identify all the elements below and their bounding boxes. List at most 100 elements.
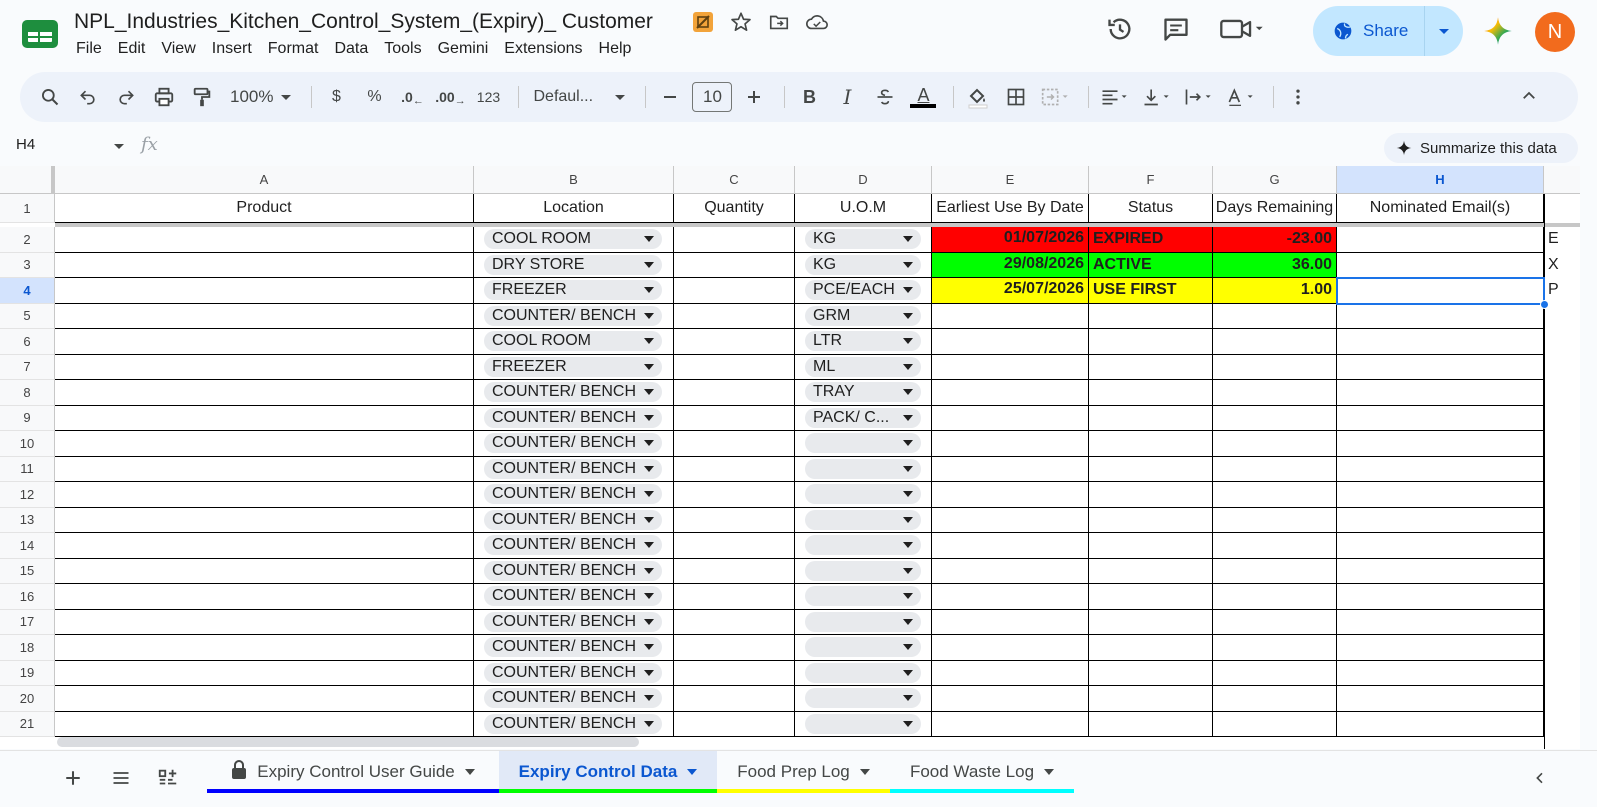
fill-color-icon[interactable] (962, 81, 994, 113)
chevron-down-icon[interactable] (1044, 769, 1055, 775)
cell-d13[interactable] (795, 507, 932, 533)
spreadsheet-grid[interactable]: A B C D E F G H 1 2 3 4 5 6 7 8 9 10 11 12 13 14 15 16 17 18 19 20 2… (0, 166, 1580, 749)
cell-d21[interactable] (795, 711, 932, 737)
row-header-14[interactable]: 14 (0, 533, 55, 559)
cell-d15[interactable] (795, 558, 932, 584)
cell-f20[interactable] (1089, 686, 1213, 712)
cell-d12[interactable] (795, 482, 932, 508)
cell-e18[interactable] (932, 635, 1089, 661)
cell-h3[interactable] (1337, 252, 1544, 278)
share-dropdown-icon[interactable] (1425, 28, 1463, 34)
cell-a21[interactable] (55, 711, 474, 737)
cell-g6[interactable] (1213, 329, 1337, 355)
cell-b21[interactable]: COUNTER/ BENCH (474, 711, 674, 737)
menu-data[interactable]: Data (334, 38, 376, 60)
location-dropdown-chip[interactable]: COUNTER/ BENCH (484, 586, 662, 607)
cell-g3[interactable]: 36.00 (1213, 252, 1337, 278)
paint-format-icon[interactable] (186, 81, 218, 113)
row-header-10[interactable]: 10 (0, 431, 55, 457)
menu-view[interactable]: View (161, 38, 203, 60)
cell-h10[interactable] (1337, 431, 1544, 457)
decrease-font-size-icon[interactable] (654, 81, 686, 113)
uom-dropdown-chip[interactable]: ML (805, 356, 921, 377)
cell-b5[interactable]: COUNTER/ BENCH (474, 303, 674, 329)
cell-f7[interactable] (1089, 354, 1213, 380)
sheet-explore-icon[interactable] (153, 763, 183, 793)
location-dropdown-chip[interactable]: COUNTER/ BENCH (484, 484, 662, 505)
increase-decimal-button[interactable]: .00 → (434, 81, 466, 113)
column-header-a[interactable]: A (55, 166, 474, 194)
share-button[interactable]: Share (1313, 6, 1463, 56)
cell-d7[interactable]: ML (795, 354, 932, 380)
row-header-4[interactable]: 4 (0, 278, 55, 304)
cell-e3[interactable]: 29/08/2026 (932, 252, 1089, 278)
cell-g18[interactable] (1213, 635, 1337, 661)
row-header-19[interactable]: 19 (0, 660, 55, 686)
cell-a15[interactable] (55, 558, 474, 584)
row-header-13[interactable]: 13 (0, 507, 55, 533)
cell-d17[interactable] (795, 609, 932, 635)
chevron-down-icon[interactable] (687, 769, 698, 775)
header-cell-h[interactable]: Nominated Email(s) (1337, 194, 1544, 223)
cell-b15[interactable]: COUNTER/ BENCH (474, 558, 674, 584)
row-header-21[interactable]: 21 (0, 711, 55, 737)
column-header-g[interactable]: G (1213, 166, 1337, 194)
cell-f8[interactable] (1089, 380, 1213, 406)
cell-g17[interactable] (1213, 609, 1337, 635)
all-sheets-icon[interactable] (106, 763, 136, 793)
cell-d10[interactable] (795, 431, 932, 457)
location-dropdown-chip[interactable]: COUNTER/ BENCH (484, 713, 662, 734)
cell-g13[interactable] (1213, 507, 1337, 533)
cell-f17[interactable] (1089, 609, 1213, 635)
header-cell-f[interactable]: Status (1089, 194, 1213, 223)
column-header-next[interactable] (1544, 166, 1580, 194)
location-dropdown-chip[interactable]: COUNTER/ BENCH (484, 305, 662, 326)
name-box[interactable]: H4 (16, 136, 124, 153)
uom-dropdown-chip[interactable]: PACK/ C... (805, 407, 921, 428)
cell-i4[interactable]: P (1548, 281, 1559, 299)
gemini-icon[interactable] (1483, 16, 1513, 46)
location-dropdown-chip[interactable]: COUNTER/ BENCH (484, 662, 662, 683)
chevron-down-icon[interactable] (859, 769, 870, 775)
cell-c12[interactable] (674, 482, 795, 508)
zoom-select[interactable]: 100% (224, 81, 297, 113)
text-rotation-icon[interactable] (1223, 81, 1259, 113)
cell-d6[interactable]: LTR (795, 329, 932, 355)
cell-b3[interactable]: DRY STORE (474, 252, 674, 278)
cell-b13[interactable]: COUNTER/ BENCH (474, 507, 674, 533)
cell-f5[interactable] (1089, 303, 1213, 329)
cell-b6[interactable]: COOL ROOM (474, 329, 674, 355)
cell-c14[interactable] (674, 533, 795, 559)
row-header-15[interactable]: 15 (0, 558, 55, 584)
row-header-9[interactable]: 9 (0, 405, 55, 431)
cell-i2[interactable]: E (1548, 230, 1559, 248)
cell-f3[interactable]: ACTIVE (1089, 252, 1213, 278)
cell-b11[interactable]: COUNTER/ BENCH (474, 456, 674, 482)
search-menus-icon[interactable] (34, 81, 66, 113)
cell-g4[interactable]: 1.00 (1213, 278, 1337, 304)
menu-tools[interactable]: Tools (384, 38, 429, 60)
chevron-down-icon[interactable] (464, 769, 475, 775)
uom-dropdown-chip[interactable] (805, 433, 921, 454)
cell-a8[interactable] (55, 380, 474, 406)
cell-b19[interactable]: COUNTER/ BENCH (474, 660, 674, 686)
uom-dropdown-chip[interactable] (805, 586, 921, 607)
uom-dropdown-chip[interactable] (805, 637, 921, 658)
uom-dropdown-chip[interactable] (805, 458, 921, 479)
cell-e9[interactable] (932, 405, 1089, 431)
cell-b7[interactable]: FREEZER (474, 354, 674, 380)
cell-b2[interactable]: COOL ROOM (474, 227, 674, 253)
uom-dropdown-chip[interactable]: KG (805, 229, 921, 250)
location-dropdown-chip[interactable]: COUNTER/ BENCH (484, 637, 662, 658)
cell-e12[interactable] (932, 482, 1089, 508)
cell-b4[interactable]: FREEZER (474, 278, 674, 304)
cell-d19[interactable] (795, 660, 932, 686)
cell-e11[interactable] (932, 456, 1089, 482)
row-header-12[interactable]: 12 (0, 482, 55, 508)
cell-c18[interactable] (674, 635, 795, 661)
cell-h18[interactable] (1337, 635, 1544, 661)
row-header-17[interactable]: 17 (0, 609, 55, 635)
header-cell-e[interactable]: Earliest Use By Date (932, 194, 1089, 223)
menu-file[interactable]: File (76, 38, 110, 60)
uom-dropdown-chip[interactable] (805, 509, 921, 530)
